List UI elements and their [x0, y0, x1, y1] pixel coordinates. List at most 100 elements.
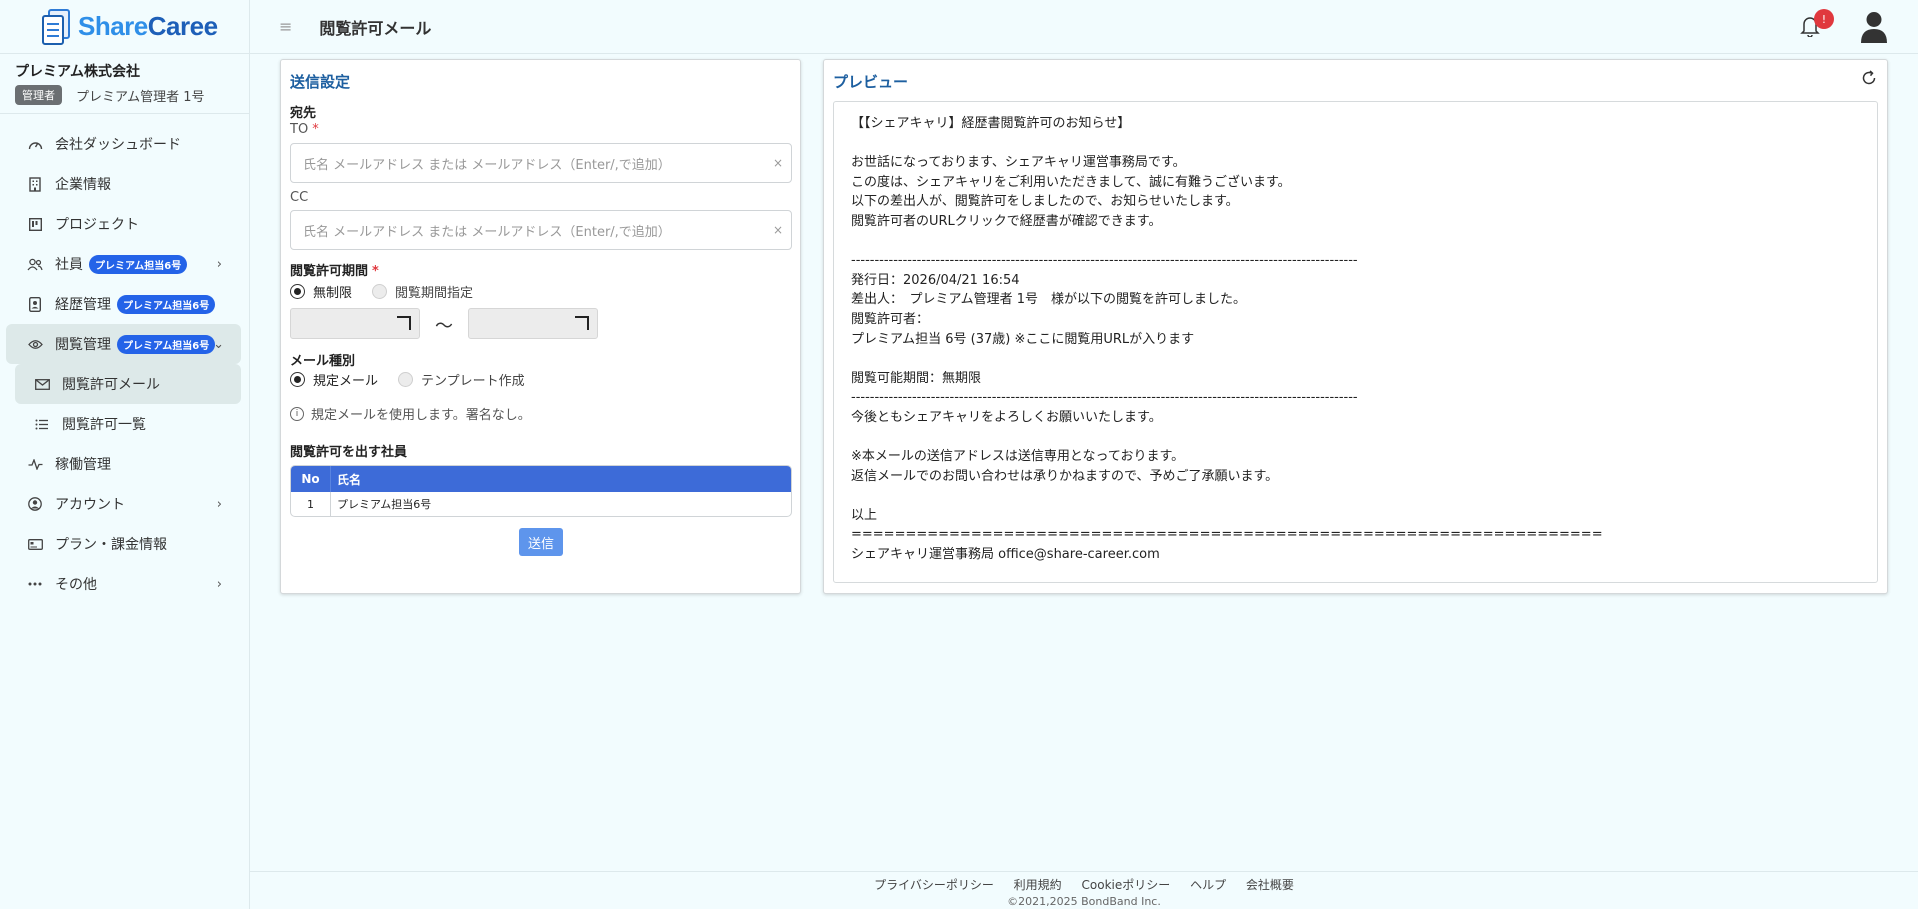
date-range-tilde: 〜	[435, 316, 453, 337]
notification-bell-icon[interactable]: !	[1800, 9, 1834, 38]
chevron-right-icon: ›	[216, 496, 222, 512]
hamburger-menu-icon[interactable]: ≡	[279, 17, 292, 36]
logo-text: ShareCaree	[78, 11, 218, 41]
sidebar-item-view[interactable]: 閲覧管理 プレミアム担当6号 ⌄	[6, 324, 241, 364]
list-icon	[34, 416, 50, 432]
sidebar-nav: 会社ダッシュボード 企業情報 プロジェクト 社員 プレミアム担当6号 › 経歴管…	[0, 114, 249, 604]
footer-link-cookie[interactable]: Cookieポリシー	[1082, 878, 1171, 892]
people-icon	[27, 256, 43, 272]
mail-preview-line: 差出人： プレミアム管理者 1号 様が以下の閲覧を許可しました。	[851, 292, 1246, 308]
activity-icon	[27, 456, 43, 472]
start-date-input[interactable]	[290, 308, 420, 339]
recipient-label: 宛先	[290, 106, 317, 121]
sidebar-item-label: 閲覧管理	[55, 337, 111, 353]
calendar-icon	[397, 316, 411, 330]
notification-badge: !	[1814, 9, 1834, 29]
logo-document-icon	[40, 7, 74, 47]
sidebar-item-label: 経歴管理	[55, 297, 111, 313]
mail-preview-body: 【【シェアキャリ】経歴書閲覧許可のお知らせ】 お世話になっております、シェアキャリ…	[833, 101, 1878, 583]
role-badge: 管理者	[15, 85, 62, 105]
sidebar-item-account[interactable]: アカウント ›	[0, 484, 249, 524]
footer: プライバシーポリシー 利用規約 Cookieポリシー ヘルプ 会社概要 ©202…	[250, 871, 1918, 909]
resume-owner-badge: プレミアム担当6号	[117, 294, 216, 314]
building-icon	[27, 176, 43, 192]
footer-link-about[interactable]: 会社概要	[1246, 878, 1294, 892]
gauge-icon	[27, 136, 43, 152]
clear-icon[interactable]: ×	[773, 223, 783, 237]
employees-owner-badge: プレミアム担当6号	[89, 254, 188, 274]
send-button[interactable]: 送信	[519, 528, 563, 556]
table-cell-no: 1	[291, 492, 331, 516]
mail-preview-line: 閲覧可能期間：無期限	[851, 370, 982, 386]
period-specified-radio[interactable]	[372, 284, 388, 299]
chevron-right-icon: ›	[216, 256, 222, 272]
sidebar-item-label: プラン・課金情報	[55, 537, 167, 553]
preview-title: プレビュー	[833, 73, 909, 91]
sidebar-item-view-mail[interactable]: 閲覧許可メール	[15, 364, 241, 404]
sidebar-item-label: 会社ダッシュボード	[55, 137, 181, 153]
page-title: 閲覧許可メール	[319, 18, 432, 38]
clear-icon[interactable]: ×	[773, 156, 783, 170]
mail-preview-line: 以下の差出人が、閲覧許可をしましたので、お知らせいたします。	[851, 194, 1239, 210]
kanban-icon	[27, 216, 43, 232]
sidebar-item-dashboard[interactable]: 会社ダッシュボード	[0, 124, 249, 164]
more-dots-icon	[27, 576, 43, 592]
sidebar-item-label: 社員	[55, 257, 83, 273]
sidebar-item-resume[interactable]: 経歴管理 プレミアム担当6号	[0, 284, 249, 324]
required-mark: *	[372, 264, 379, 279]
period-unlimited-radio[interactable]	[290, 284, 305, 299]
mail-type-default-radio[interactable]	[290, 372, 305, 387]
mail-preview-line	[851, 428, 1860, 448]
mail-preview-line: 【【シェアキャリ】経歴書閲覧許可のお知らせ】	[851, 116, 1131, 131]
send-settings-title: 送信設定	[290, 73, 351, 91]
company-info: プレミアム株式会社 管理者 プレミアム管理者 1号	[0, 54, 249, 114]
sidebar-item-operation[interactable]: 稼働管理	[0, 444, 249, 484]
calendar-icon	[575, 316, 589, 330]
mail-preview-line: プレミアム担当 6号 (37歳) ※ここに閲覧用URLが入ります	[851, 331, 1195, 347]
table-cell-name: プレミアム担当6号	[337, 498, 432, 511]
mail-preview-line	[851, 232, 1860, 252]
sidebar-item-employees[interactable]: 社員 プレミアム担当6号 ›	[0, 244, 249, 284]
sidebar-item-project[interactable]: プロジェクト	[0, 204, 249, 244]
logo[interactable]: ShareCaree	[0, 0, 249, 54]
footer-link-help[interactable]: ヘルプ	[1190, 878, 1226, 892]
footer-link-terms[interactable]: 利用規約	[1014, 878, 1062, 892]
sidebar-item-label: アカウント	[55, 497, 125, 513]
footer-link-privacy[interactable]: プライバシーポリシー	[874, 878, 994, 892]
mail-preview-line: ※本メールの送信アドレスは送信専用となっております。	[851, 449, 1185, 465]
sidebar-item-company[interactable]: 企業情報	[0, 164, 249, 204]
mail-type-radio-group: 規定メール テンプレート作成	[290, 370, 545, 389]
mail-preview-line: ========================================…	[851, 527, 1603, 543]
refresh-icon[interactable]	[1861, 70, 1877, 86]
mail-preview-line: 以上	[851, 507, 878, 523]
user-avatar-icon[interactable]	[1860, 11, 1888, 43]
sidebar-item-other[interactable]: その他 ›	[0, 564, 249, 604]
column-header-no: No	[291, 466, 331, 492]
to-input-placeholder: 氏名 メールアドレス または メールアドレス（Enter/,で追加）	[303, 157, 671, 173]
user-name: プレミアム管理者 1号	[76, 89, 205, 105]
sidebar-item-plan[interactable]: プラン・課金情報	[0, 524, 249, 564]
send-settings-panel: 送信設定 宛先 TO * 氏名 メールアドレス または メールアドレス（Enter…	[280, 59, 801, 594]
envelope-icon	[34, 376, 50, 392]
end-date-input[interactable]	[468, 308, 598, 339]
to-input[interactable]: 氏名 メールアドレス または メールアドレス（Enter/,で追加） ×	[290, 143, 792, 183]
mail-type-template-radio[interactable]	[398, 372, 414, 387]
period-radio-group: 無制限 閲覧期間指定	[290, 282, 493, 301]
mail-preview-line: この度は、シェアキャリをご利用いただきまして、誠に有難うございます。	[851, 174, 1291, 190]
mail-preview-line: ----------------------------------------…	[851, 253, 1358, 269]
period-specified-label: 閲覧期間指定	[395, 286, 474, 301]
sidebar-item-label: 閲覧許可メール	[62, 377, 160, 393]
mail-type-info: i 規定メールを使用します。署名なし。	[290, 404, 531, 423]
mail-preview-line	[851, 349, 1860, 369]
mail-preview-line: 今後ともシェアキャリをよろしくお願いいたします。	[851, 409, 1162, 425]
info-text: 規定メールを使用します。署名なし。	[311, 408, 531, 423]
sidebar-item-label: その他	[55, 577, 97, 593]
sidebar-item-label: 閲覧許可一覧	[62, 417, 146, 433]
column-header-name: 氏名	[337, 472, 362, 487]
period-label: 閲覧許可期間 *	[290, 264, 379, 279]
cc-input[interactable]: 氏名 メールアドレス または メールアドレス（Enter/,で追加） ×	[290, 210, 792, 250]
credit-card-icon	[27, 536, 43, 552]
mail-preview-line	[851, 134, 1860, 154]
to-label: TO *	[290, 122, 319, 137]
sidebar-item-view-list[interactable]: 閲覧許可一覧	[0, 404, 249, 444]
